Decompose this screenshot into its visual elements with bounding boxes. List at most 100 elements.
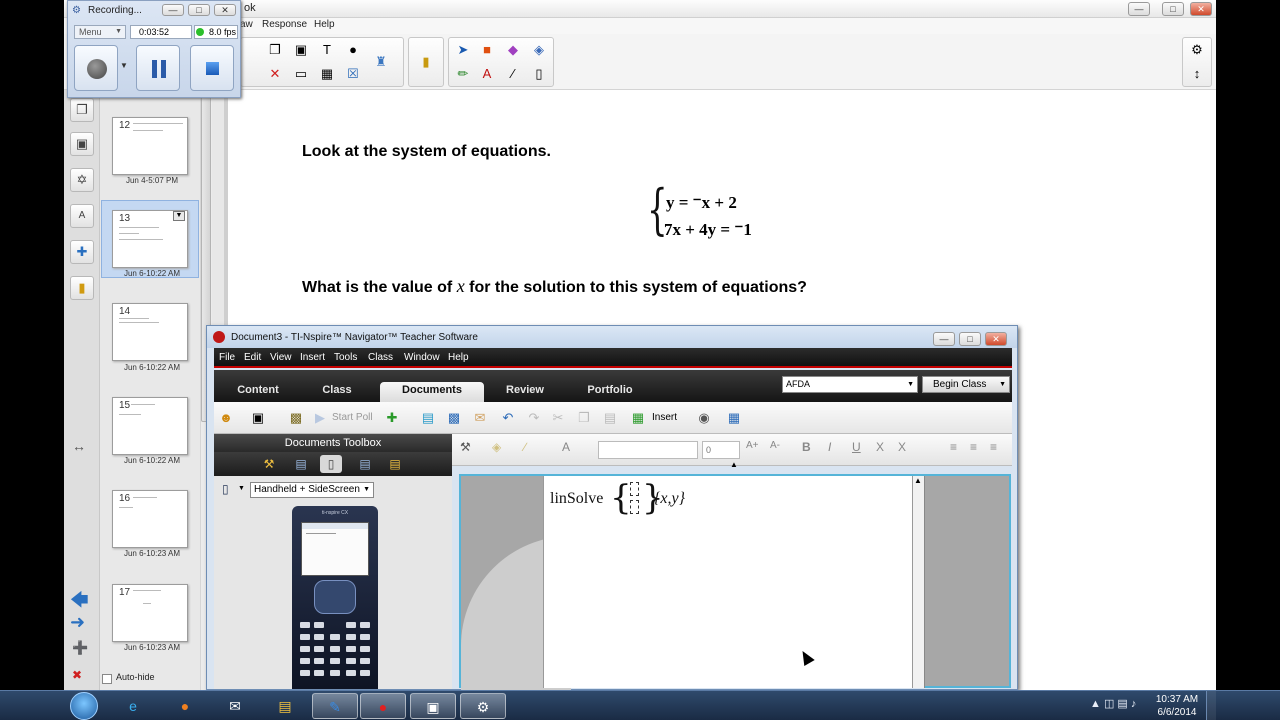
mail-icon[interactable]: ✉ xyxy=(212,693,258,719)
thumbnail-menu-icon[interactable]: ▼ xyxy=(173,211,185,221)
handheld-key[interactable] xyxy=(346,646,356,652)
handheld-key[interactable] xyxy=(346,622,356,628)
maximize-button[interactable]: □ xyxy=(1162,2,1184,16)
calculator-page[interactable]: linSolve { } {x,y} xyxy=(543,476,913,688)
recorder-taskbar-icon[interactable]: ⚙ xyxy=(460,693,506,719)
users-icon[interactable]: ☻ xyxy=(216,408,236,428)
handheld-key[interactable] xyxy=(300,622,310,628)
ti-menu-file[interactable]: File xyxy=(219,352,235,363)
handheld-key[interactable] xyxy=(360,634,370,640)
internet-explorer-icon[interactable]: e xyxy=(110,693,156,719)
autohide-checkbox[interactable] xyxy=(102,674,112,684)
redo-icon[interactable]: ↷ xyxy=(524,408,544,428)
start-poll-label[interactable]: Start Poll xyxy=(332,412,373,423)
subscript-icon[interactable]: X xyxy=(876,440,884,454)
pens-icon[interactable]: ✏ xyxy=(453,64,473,84)
page-sorter-icon[interactable]: ▤ xyxy=(290,455,312,473)
bold-icon[interactable]: B xyxy=(802,440,811,454)
recorder-close-button[interactable]: ✕ xyxy=(214,4,236,16)
resize-arrows-icon[interactable]: ↔ xyxy=(72,438,86,454)
ti-close-button[interactable]: ✕ xyxy=(985,332,1007,346)
undo-icon[interactable]: ↶ xyxy=(498,408,518,428)
attachments-tab-icon[interactable]: ✡ xyxy=(70,168,94,192)
spell-icon[interactable]: ● xyxy=(343,40,363,60)
clock-date[interactable]: 6/6/2014 xyxy=(1152,707,1202,718)
magic-eraser-icon[interactable]: ▯ xyxy=(529,64,549,84)
insert-icon[interactable]: ▦ xyxy=(628,408,648,428)
full-screen-icon[interactable]: ☒ xyxy=(343,64,363,84)
chevron-down-icon[interactable]: ▼ xyxy=(238,485,245,492)
page-thumbnail[interactable]: 16 xyxy=(112,490,188,548)
underline-icon[interactable]: U xyxy=(852,440,861,454)
handheld-icon[interactable]: ▯ xyxy=(222,482,229,496)
add-page-icon[interactable]: ➕ xyxy=(72,640,88,656)
document-tools-icon[interactable]: ⚒ xyxy=(258,455,280,473)
toolbar-dock-icon[interactable]: ↕ xyxy=(1187,64,1207,84)
decrease-font-icon[interactable]: A- xyxy=(770,440,780,451)
copy-doc-icon[interactable]: ❐ xyxy=(574,408,594,428)
line-icon[interactable]: ∕ xyxy=(503,64,523,84)
collapse-arrow-icon[interactable]: ▲ xyxy=(730,460,738,469)
font-size-select[interactable]: 0 xyxy=(702,441,740,459)
screen-shade-icon[interactable]: ▭ xyxy=(291,64,311,84)
cut-icon[interactable]: ✂ xyxy=(548,408,568,428)
handheld-key[interactable] xyxy=(330,646,340,652)
insert-label[interactable]: Insert xyxy=(652,412,677,423)
utilities-icon[interactable]: ▤ xyxy=(384,455,406,473)
page-thumbnail[interactable]: 14 xyxy=(112,303,188,361)
begin-class-button[interactable]: Begin Class ▼ xyxy=(922,376,1010,393)
paste-icon[interactable]: ▤ xyxy=(600,408,620,428)
handheld-key[interactable] xyxy=(360,646,370,652)
system-tray-icons[interactable]: ▲ ◫ ▤ ♪ xyxy=(1090,697,1136,710)
handheld-key[interactable] xyxy=(314,622,324,628)
variables-icon[interactable]: ◉ xyxy=(694,408,714,428)
scroll-up-icon[interactable]: ▲ xyxy=(914,476,922,485)
font-select[interactable] xyxy=(598,441,698,459)
start-poll-icon[interactable]: ▶ xyxy=(310,408,330,428)
add-ons-icon[interactable]: ♜ xyxy=(371,52,391,72)
fill-color-icon[interactable]: ◈ xyxy=(492,440,501,454)
recorder-maximize-button[interactable]: □ xyxy=(188,4,210,16)
handheld-key[interactable] xyxy=(314,658,324,664)
handheld-key[interactable] xyxy=(314,646,324,652)
page-sorter-tab-icon[interactable]: ❐ xyxy=(70,98,94,122)
file-explorer-icon[interactable]: ▤ xyxy=(262,693,308,719)
ti-menu-view[interactable]: View xyxy=(270,352,292,363)
increase-font-icon[interactable]: A+ xyxy=(746,440,759,451)
close-button[interactable]: ✕ xyxy=(1190,2,1212,16)
layout-icon[interactable]: ▦ xyxy=(724,408,744,428)
handheld-key[interactable] xyxy=(360,670,370,676)
matrix-entry-2[interactable] xyxy=(630,500,639,514)
camera-icon[interactable]: ▣ xyxy=(291,40,311,60)
ti-menu-tools[interactable]: Tools xyxy=(334,352,357,363)
handheld-key[interactable] xyxy=(346,634,356,640)
handheld-key[interactable] xyxy=(314,670,324,676)
ti-menu-insert[interactable]: Insert xyxy=(300,352,325,363)
delete-icon[interactable]: ✕ xyxy=(265,64,285,84)
select-icon[interactable]: ➤ xyxy=(453,40,473,60)
superscript-icon[interactable]: X xyxy=(898,440,906,454)
handheld-key[interactable] xyxy=(330,658,340,664)
italic-icon[interactable]: I xyxy=(828,440,831,454)
handheld-key[interactable] xyxy=(346,670,356,676)
text-color-icon[interactable]: A xyxy=(477,64,497,84)
screen-capture-taskbar-icon[interactable]: ▣ xyxy=(410,693,456,719)
response-icon[interactable]: ▮ xyxy=(416,52,436,72)
content-explorer-icon[interactable]: ▤ xyxy=(354,455,376,473)
class-select[interactable]: AFDA ▼ xyxy=(782,376,918,393)
ti-nspire-taskbar-icon[interactable]: ● xyxy=(360,693,406,719)
open-folder-icon[interactable]: ▤ xyxy=(418,408,438,428)
start-button-icon[interactable] xyxy=(70,692,98,720)
align-center-icon[interactable]: ≡ xyxy=(970,440,977,454)
view-mode-select[interactable]: Handheld + SideScreen ▼ xyxy=(250,482,374,498)
line-color-icon[interactable]: ∕ xyxy=(524,440,526,454)
document-scrollbar[interactable]: ▲ xyxy=(913,476,925,688)
handheld-key[interactable] xyxy=(330,634,340,640)
menu-draw[interactable]: aw xyxy=(240,19,253,30)
ti-menu-edit[interactable]: Edit xyxy=(244,352,261,363)
eraser-icon[interactable]: ◆ xyxy=(503,40,523,60)
menu-help[interactable]: Help xyxy=(314,19,335,30)
menu-response[interactable]: Response xyxy=(262,19,307,30)
tab-class[interactable]: Class xyxy=(300,382,374,402)
ti-menu-window[interactable]: Window xyxy=(404,352,440,363)
